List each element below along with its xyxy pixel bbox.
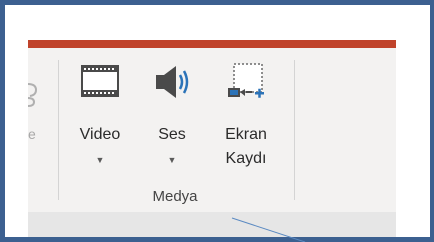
- film-strip-icon: [76, 58, 124, 106]
- group-separator-left: [58, 60, 59, 200]
- screen-recording-label-line2: Kaydı: [225, 150, 267, 167]
- screen-recording-icon: [222, 58, 270, 106]
- media-group-label: Medya: [152, 188, 198, 205]
- audio-button[interactable]: Ses ▼: [142, 58, 202, 173]
- previous-group-partial: e: [27, 48, 58, 208]
- screen-recording-label-line1: Ekran: [225, 126, 267, 143]
- audio-dropdown-icon[interactable]: ▼: [142, 154, 202, 166]
- speaker-icon: [148, 58, 196, 106]
- partial-command-label[interactable]: e: [28, 126, 36, 142]
- screen-recording-button[interactable]: Ekran Kaydı: [216, 58, 276, 173]
- window-frame-right-edge: [430, 0, 434, 242]
- audio-label: Ses: [158, 126, 186, 143]
- ribbon-accent-bar: [28, 40, 396, 48]
- ribbon-bottom-strip: [28, 212, 396, 237]
- partial-command-icon: [27, 78, 38, 108]
- video-button[interactable]: Video ▼: [70, 58, 130, 173]
- group-separator-right: [294, 60, 295, 200]
- video-dropdown-icon[interactable]: ▼: [70, 154, 130, 166]
- video-label: Video: [79, 126, 121, 143]
